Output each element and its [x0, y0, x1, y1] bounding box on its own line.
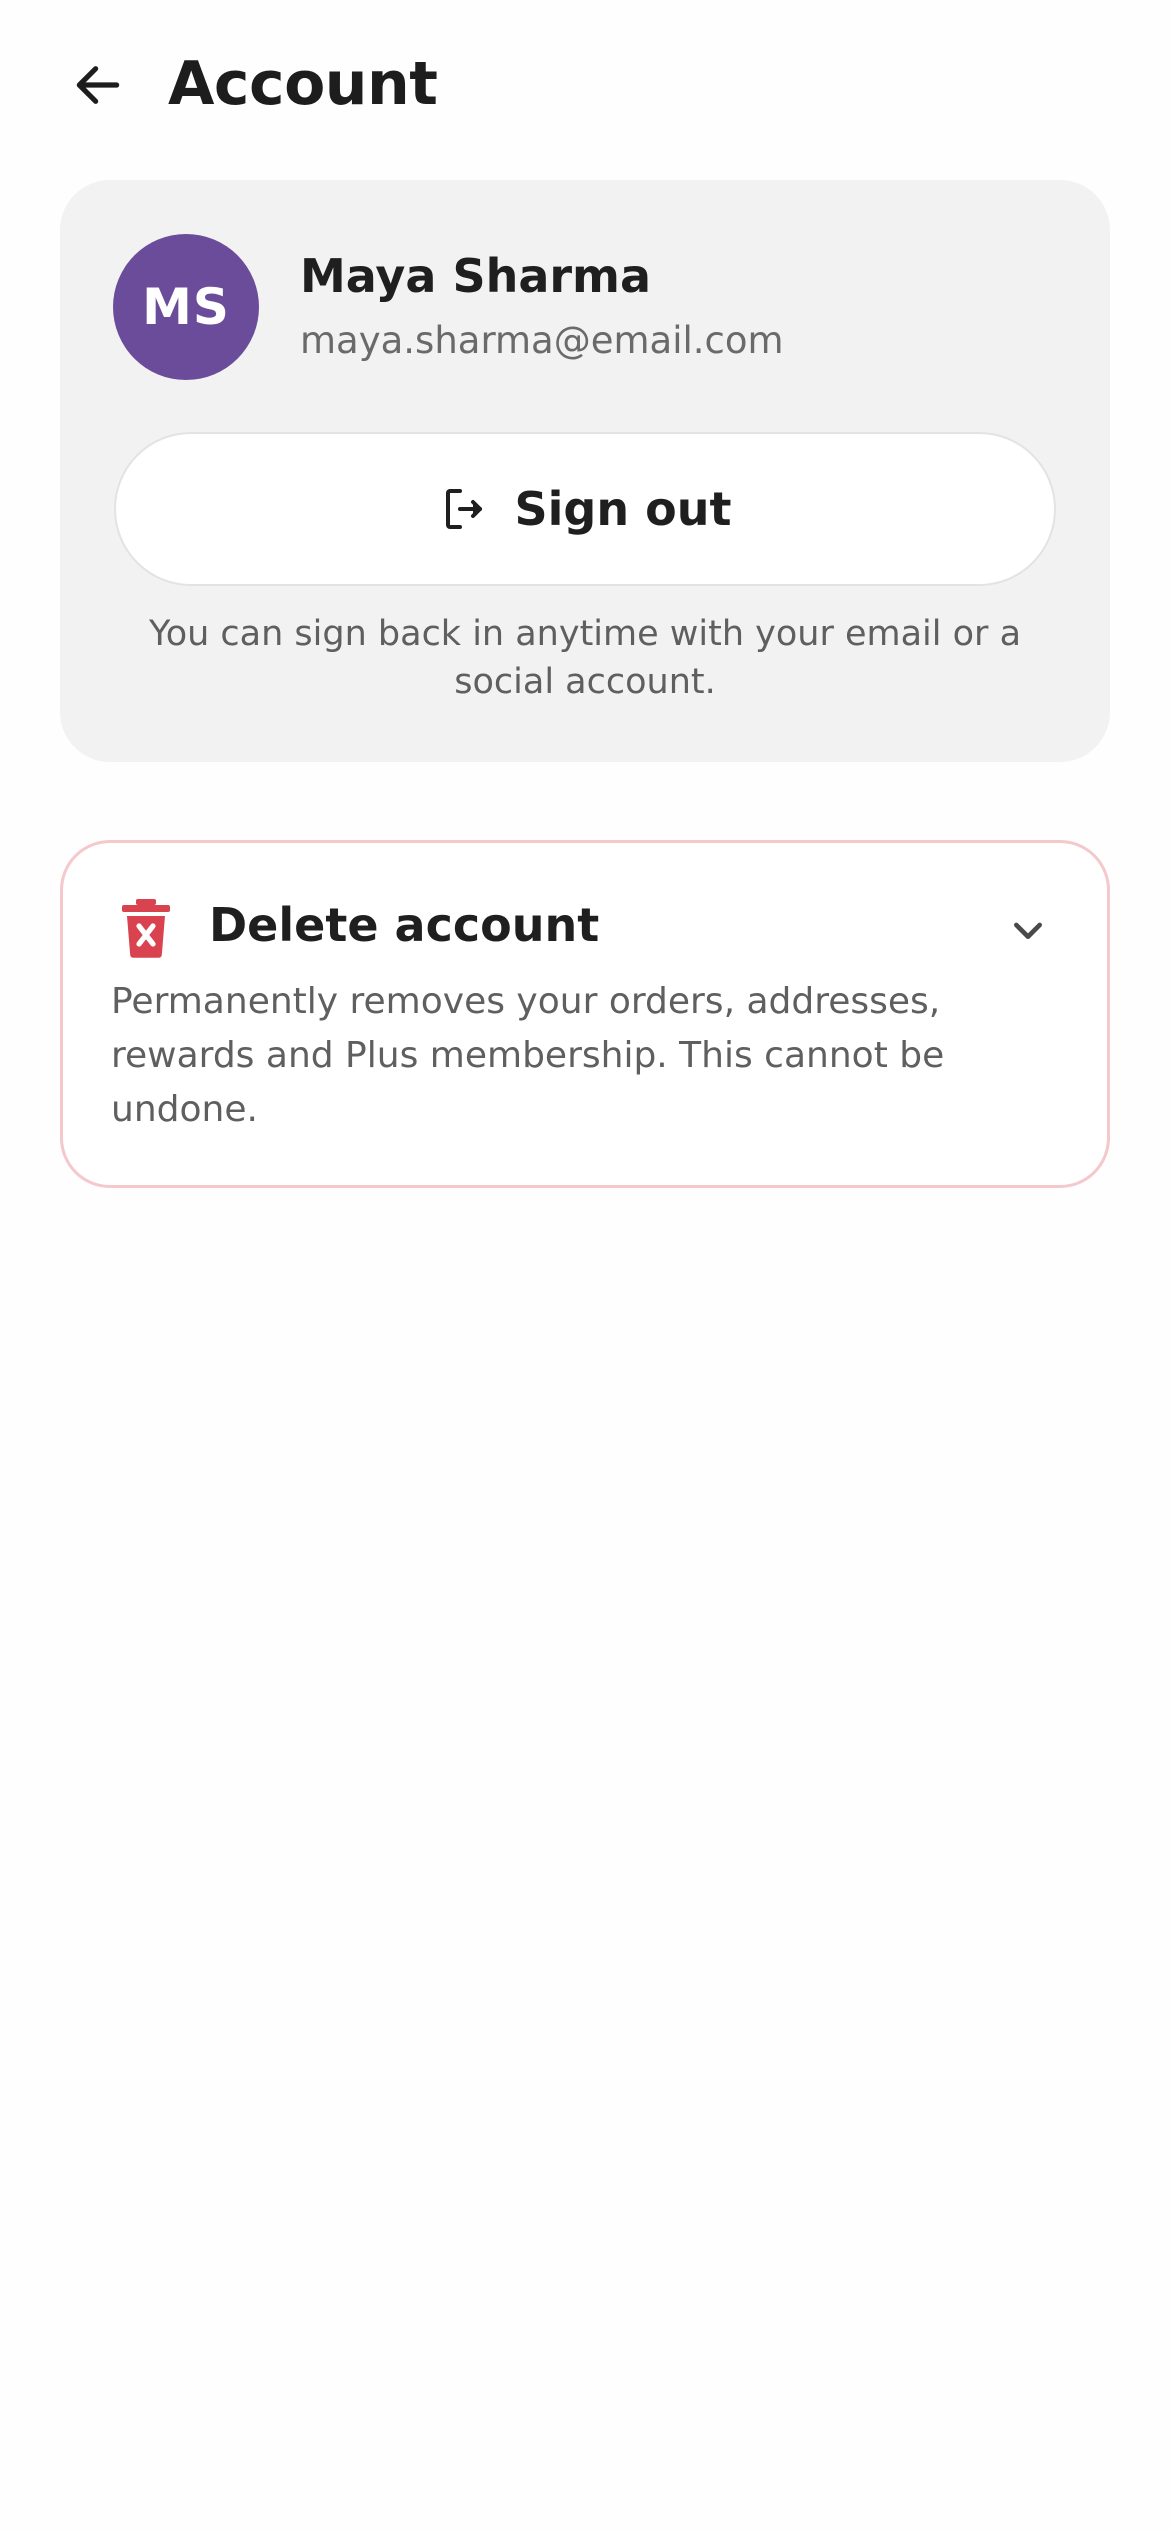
header: Account [0, 0, 1170, 170]
trash-icon [120, 898, 172, 958]
user-email: maya.sharma@email.com [300, 319, 784, 362]
sign-in-note: You can sign back in anytime with your e… [148, 614, 1022, 702]
arrow-left-icon [76, 66, 120, 104]
user-name: Maya Sharma [300, 249, 652, 303]
delete-account-title: Delete account [209, 898, 600, 952]
sign-out-label: Sign out [514, 482, 732, 536]
delete-account-description: Permanently removes your orders, address… [111, 981, 945, 1130]
account-screen: Account MS Maya Sharma maya.sharma@email… [0, 0, 1170, 2532]
chevron-down-icon[interactable] [1003, 905, 1053, 955]
sign-out-icon [439, 484, 489, 534]
page-title: Account [168, 49, 438, 119]
back-button[interactable] [58, 45, 138, 125]
avatar: MS [113, 234, 259, 380]
sign-out-button[interactable]: Sign out [114, 432, 1056, 586]
delete-account-card[interactable]: Delete account Permanently removes your … [60, 840, 1110, 1188]
profile-card: MS Maya Sharma maya.sharma@email.com Sig… [60, 180, 1110, 762]
